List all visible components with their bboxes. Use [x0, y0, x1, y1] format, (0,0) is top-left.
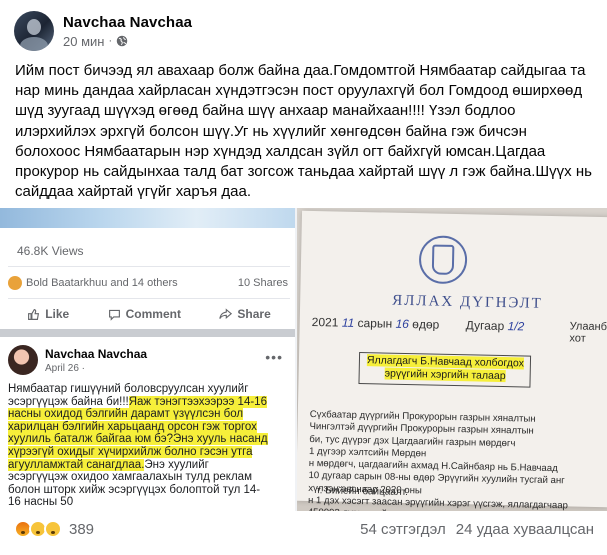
divider	[0, 329, 295, 337]
date-month-label: сарын	[357, 315, 393, 331]
comment-label: Comment	[125, 307, 181, 321]
screenshot-facebook-post[interactable]: 46.8K Views Bold Baatarkhuu and 14 other…	[0, 208, 295, 511]
shares-count[interactable]: 24 удаа хуваалцсан	[456, 521, 594, 538]
wow-reaction-icon	[44, 520, 62, 538]
like-action: Like	[27, 307, 69, 321]
document-signer: т. Бийейн байцаалт.	[316, 485, 409, 499]
date-day: 16	[395, 316, 410, 332]
reaction-summary: Bold Baatarkhuu and 14 others 10 Shares	[8, 272, 288, 294]
post-meta: Navchaa Navchaa 20 мин ·	[63, 14, 192, 49]
date-year: 2021	[311, 314, 339, 330]
document-title: ЯЛЛАХ ДҮГНЭЛТ	[392, 292, 543, 312]
date-month: 11	[341, 315, 355, 330]
inner-author: Navchaa Navchaa	[45, 346, 148, 361]
author-name[interactable]: Navchaa Navchaa	[63, 14, 192, 31]
inner-date: April 26 ·	[45, 362, 86, 374]
action-bar: Like Comment Share	[8, 301, 290, 327]
number-value: 1/2	[507, 319, 525, 334]
divider	[8, 266, 290, 267]
share-icon	[219, 307, 233, 319]
author-avatar[interactable]	[14, 11, 54, 51]
thumb-up-icon	[28, 308, 40, 320]
engagement-counts: 54 сэтгэгдэл 24 удаа хуваалцсан	[360, 521, 594, 538]
number-label: Дугаар	[465, 318, 505, 334]
document-paper: ЯЛЛАХ ДҮГНЭЛТ 2021 11 сарын 16 өдөр Дуга…	[297, 210, 607, 511]
post-header: Navchaa Navchaa 20 мин ·	[14, 9, 192, 53]
divider	[8, 298, 290, 299]
meta-separator: ·	[108, 35, 113, 47]
post-media[interactable]: 46.8K Views Bold Baatarkhuu and 14 other…	[0, 208, 607, 511]
inner-post-text: Нямбаатар гишүүний боловсруулсан хуулийг…	[8, 383, 270, 509]
date-day-label: өдөр	[412, 317, 440, 332]
reacted-by: Bold Baatarkhuu and 14 others	[26, 277, 178, 289]
document-subject: Яллагдагч Б.Навчаад холбогдох эрүүгийн х…	[363, 354, 529, 383]
like-label: Like	[45, 307, 70, 321]
reaction-icon	[8, 276, 22, 290]
shares-count: 10 Shares	[237, 277, 288, 289]
inner-avatar	[8, 345, 38, 375]
reaction-icons[interactable]	[14, 520, 62, 538]
reaction-count[interactable]: 389	[69, 521, 94, 538]
globe-icon[interactable]	[116, 35, 128, 47]
subject-text: Яллагдагч Б.Навчаад холбогдох эрүүгийн х…	[366, 354, 525, 383]
post-footer: 389 54 сэтгэгдэл 24 удаа хуваалцсан	[14, 518, 594, 540]
document-number: Дугаар 1/2	[466, 318, 525, 333]
share-label: Share	[237, 307, 271, 321]
photo-document[interactable]: ЯЛЛАХ ДҮГНЭЛТ 2021 11 сарын 16 өдөр Дуга…	[297, 208, 607, 511]
comment-action: Comment	[108, 307, 181, 321]
inner-post-header: Navchaa Navchaa April 26 ·	[8, 345, 147, 375]
document-date: 2021 11 сарын 16 өдөр	[312, 315, 440, 332]
comment-icon	[108, 309, 120, 321]
post-time[interactable]: 20 мин	[63, 34, 104, 49]
share-action: Share	[219, 307, 271, 321]
document-place: Улаанбаатар хот	[569, 320, 607, 345]
views-count: 46.8K Views	[17, 244, 84, 258]
more-options-icon: •••	[265, 349, 283, 365]
post-time-row: 20 мин ·	[63, 34, 192, 49]
post-text: Ийм пост бичээд ял авахаар болж байна да…	[15, 62, 592, 201]
state-emblem-icon	[418, 235, 468, 285]
inner-post: Navchaa Navchaa April 26 · ••• Нямбаатар…	[0, 337, 295, 511]
comments-count[interactable]: 54 сэтгэгдэл	[360, 521, 446, 538]
video-thumbnail-strip	[0, 208, 295, 228]
